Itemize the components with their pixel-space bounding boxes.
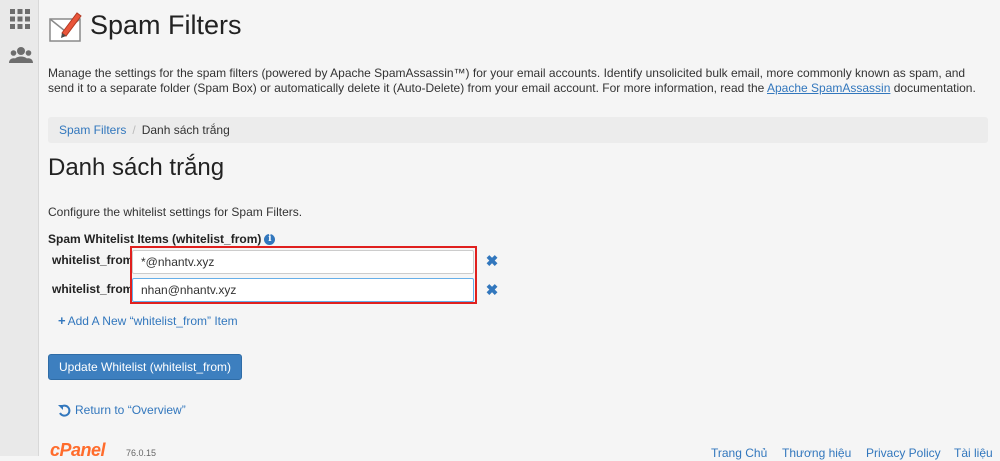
footer-link-privacy[interactable]: Privacy Policy (866, 446, 941, 460)
page-description: Manage the settings for the spam filters… (48, 66, 983, 96)
return-link[interactable]: Return to “Overview” (58, 403, 186, 418)
whitelist-row-label: whitelist_from (52, 253, 134, 267)
whitelist-items-label: Spam Whitelist Items (whitelist_from) i (48, 232, 276, 246)
section-title: Danh sách trắng (48, 154, 225, 181)
sidebar (0, 0, 39, 456)
add-item-link[interactable]: + Add A New “whitelist_from” Item (58, 313, 238, 328)
undo-icon (58, 404, 71, 417)
close-icon[interactable]: ✖ (485, 254, 499, 269)
users-icon[interactable] (9, 45, 33, 67)
breadcrumb-separator: / (132, 123, 136, 137)
footer: cPanel 76.0.15 Trang Chủ Thương hiệu Pri… (48, 440, 993, 460)
whitelist-items-label-text: Spam Whitelist Items (whitelist_from) (48, 232, 262, 246)
envelope-pencil-icon (48, 9, 84, 45)
description-text-end: documentation. (890, 81, 976, 95)
breadcrumb-current: Danh sách trắng (141, 123, 230, 137)
page-title: Spam Filters (90, 10, 242, 40)
return-link-label: Return to “Overview” (75, 403, 186, 417)
breadcrumb-spam-filters[interactable]: Spam Filters (59, 123, 126, 137)
add-item-label: Add A New “whitelist_from” Item (67, 314, 238, 328)
apache-spamassassin-link[interactable]: Apache SpamAssassin (767, 81, 890, 95)
whitelist-input[interactable] (132, 278, 474, 302)
footer-link-docs[interactable]: Tài liệu (954, 446, 993, 460)
close-icon[interactable]: ✖ (485, 283, 499, 298)
breadcrumb: Spam Filters / Danh sách trắng (48, 117, 988, 143)
whitelist-input[interactable] (132, 250, 474, 274)
footer-link-trademarks[interactable]: Thương hiệu (782, 446, 851, 460)
plus-icon: + (58, 313, 66, 328)
section-intro: Configure the whitelist settings for Spa… (48, 205, 303, 219)
whitelist-row-label: whitelist_from (52, 282, 134, 296)
footer-link-home[interactable]: Trang Chủ (711, 446, 767, 460)
version-label: 76.0.15 (126, 448, 157, 458)
cpanel-logo: cPanel (50, 440, 106, 460)
update-whitelist-button[interactable]: Update Whitelist (whitelist_from) (48, 354, 243, 380)
info-icon[interactable]: i (264, 234, 276, 246)
grid-icon[interactable] (9, 8, 31, 30)
